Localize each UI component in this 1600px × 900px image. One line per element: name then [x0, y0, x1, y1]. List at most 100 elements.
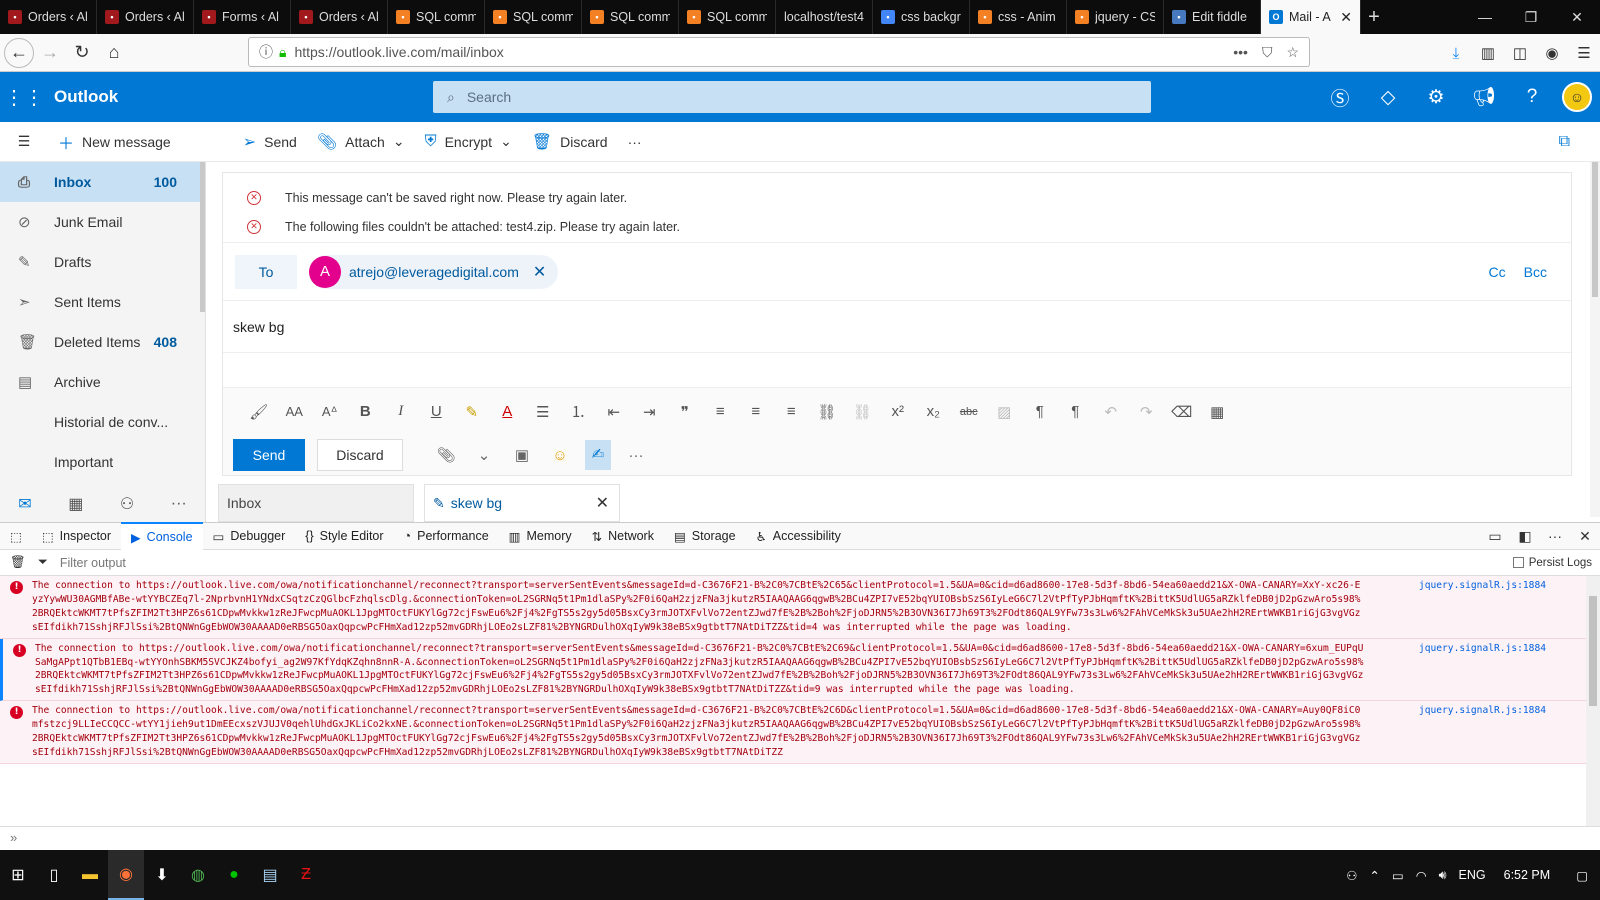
message-source-link[interactable]: jquery.signalR.js:1884 — [1419, 579, 1546, 593]
format-painter-icon[interactable]: 🖌︎ — [241, 403, 277, 421]
element-picker-icon[interactable]: ⬚ — [0, 522, 32, 550]
numbering-icon[interactable]: ⒈ — [561, 401, 597, 422]
cc-link[interactable]: Cc — [1489, 264, 1506, 280]
url-bar[interactable]: ⓘ 🔒︎ https://outlook.live.com/mail/inbox… — [248, 37, 1310, 67]
devtools-tab[interactable]: ♿︎ Accessibility — [746, 522, 851, 550]
console-scroll-thumb[interactable] — [1589, 596, 1597, 706]
browser-tab[interactable]: • css - Anim — [970, 0, 1067, 34]
attach-command[interactable]: 📎︎ Attach ⌄ — [307, 132, 415, 152]
browser-tab[interactable]: • Edit fiddle — [1164, 0, 1261, 34]
folder-item[interactable]: ✎ Drafts — [0, 242, 205, 282]
new-message-button[interactable]: ＋ New message — [48, 130, 181, 154]
reload-icon[interactable]: ↻ — [66, 37, 98, 69]
forward-icon[interactable]: → — [34, 37, 66, 69]
console-input[interactable]: » — [0, 826, 1600, 850]
people-icon[interactable]: ⚇ — [120, 494, 134, 514]
diamond-icon[interactable]: ◇ — [1364, 86, 1412, 109]
quote-icon[interactable]: ❞ — [667, 403, 703, 421]
library-icon[interactable]: ▥ — [1472, 38, 1504, 68]
bookmark-star-icon[interactable]: ☆ — [1286, 44, 1299, 61]
menu-icon[interactable]: ☰ — [1568, 38, 1600, 68]
windows-start-icon[interactable]: ⊞ — [0, 850, 36, 900]
trash-icon[interactable]: 🗑︎ — [10, 555, 26, 570]
minimize-icon[interactable]: — — [1462, 0, 1508, 34]
search-box[interactable]: ⌕ Search — [433, 81, 1151, 113]
rtl-icon[interactable]: ¶ — [1058, 403, 1094, 420]
console-error-message[interactable]: ! The connection to https://outlook.live.… — [0, 576, 1586, 639]
encrypt-command[interactable]: ⛨ Encrypt ⌄ — [415, 133, 522, 151]
devtools-tab[interactable]: ▤ Storage — [664, 522, 746, 550]
mail-icon[interactable]: ✉ — [18, 494, 31, 514]
emoji-icon[interactable]: ☺ — [547, 447, 573, 464]
clock[interactable]: 6:52 PM — [1504, 868, 1551, 882]
help-icon[interactable]: ? — [1508, 86, 1556, 108]
tray-chevron-icon[interactable]: ⌃ — [1369, 868, 1379, 883]
chrome-icon[interactable]: ◍ — [180, 850, 216, 900]
browser-tab[interactable]: localhost/test4 — [776, 0, 873, 34]
devtools-tab[interactable]: ◔ Performance — [394, 522, 499, 550]
discard-command[interactable]: 🗑︎ Discard — [522, 132, 618, 152]
main-scrollbar[interactable] — [1590, 162, 1600, 517]
remove-recipient-icon[interactable]: ✕ — [533, 262, 546, 282]
send-command[interactable]: ➢ Send — [233, 132, 307, 152]
devtools-tab[interactable]: ▭ Debugger — [203, 522, 296, 550]
insert-picture-icon[interactable]: ▣ — [509, 446, 535, 464]
devtools-tab[interactable]: {} Style Editor — [295, 522, 393, 550]
discard-button[interactable]: Discard — [317, 439, 403, 471]
folder-item[interactable]: Important — [0, 442, 205, 482]
send-button[interactable]: Send — [233, 439, 305, 471]
info-icon[interactable]: ⓘ — [259, 42, 273, 62]
task-view-icon[interactable]: ▯ — [36, 850, 72, 900]
devtools-tab[interactable]: ▥ Memory — [499, 522, 582, 550]
devtools-menu-icon[interactable]: ··· — [1540, 528, 1570, 545]
new-tab-button[interactable]: + — [1361, 0, 1387, 34]
message-source-link[interactable]: jquery.signalR.js:1884 — [1419, 642, 1546, 656]
downloads-icon[interactable]: ⤓ — [1440, 38, 1472, 68]
avatar[interactable]: ☺ — [1562, 82, 1592, 112]
folder-item[interactable]: ⎙ Inbox 100 — [0, 162, 205, 202]
persist-logs-checkbox[interactable]: Persist Logs — [1512, 557, 1592, 569]
font-size-icon[interactable]: AA — [277, 404, 313, 419]
more-commands-icon[interactable]: ··· — [618, 134, 652, 150]
message-source-link[interactable]: jquery.signalR.js:1884 — [1419, 704, 1546, 718]
attach-icon[interactable]: 📎︎ — [433, 446, 459, 464]
pocket-icon[interactable]: ⛉ — [1262, 44, 1273, 61]
bullets-icon[interactable]: ☰ — [525, 403, 561, 421]
devtools-tab[interactable]: ⇅ Network — [582, 522, 664, 550]
more-options-icon[interactable]: ··· — [623, 447, 649, 464]
app-launcher-icon[interactable]: ⋮⋮ — [0, 85, 48, 110]
firefox-icon[interactable]: ◉ — [108, 850, 144, 900]
chevron-down-icon[interactable]: ⌄ — [471, 446, 497, 464]
notifications-icon[interactable]: ▢ — [1576, 868, 1588, 883]
browser-tab[interactable]: • Orders ‹ Al — [0, 0, 97, 34]
highlight-icon[interactable]: ✎ — [454, 403, 490, 421]
close-window-icon[interactable]: ✕ — [1554, 0, 1600, 34]
browser-tab[interactable]: • Orders ‹ Al — [291, 0, 388, 34]
wifi-icon[interactable]: ◠ — [1416, 868, 1427, 883]
grow-font-icon[interactable]: Aᐞ — [312, 404, 348, 420]
folder-item[interactable]: ▤ Archive — [0, 362, 205, 402]
font-color-icon[interactable]: A — [490, 403, 526, 420]
recipient-chip[interactable]: A atrejo@leveragedigital.com ✕ — [309, 254, 559, 289]
browser-tab[interactable]: • css backgr — [873, 0, 970, 34]
sidebar-icon[interactable]: ◫ — [1504, 38, 1536, 68]
skype-icon[interactable]: Ⓢ — [1316, 84, 1364, 111]
app-icon[interactable]: ⬇ — [144, 850, 180, 900]
filezilla-icon[interactable]: Ƶ — [288, 850, 324, 900]
notepad-icon[interactable]: ▤ — [252, 850, 288, 900]
close-tab-icon[interactable]: ✕ — [1340, 9, 1352, 26]
inbox-tab[interactable]: Inbox — [218, 484, 414, 522]
editor-icon[interactable]: ✍︎ — [585, 440, 611, 470]
settings-gear-icon[interactable]: ⚙ — [1412, 86, 1460, 109]
scroll-thumb[interactable] — [1592, 162, 1598, 297]
calendar-icon[interactable]: ▦ — [68, 494, 83, 514]
bcc-link[interactable]: Bcc — [1524, 264, 1547, 280]
superscript-icon[interactable]: x² — [880, 403, 916, 420]
ltr-icon[interactable]: ¶ — [1022, 403, 1058, 420]
browser-tab[interactable]: • Forms ‹ Al — [194, 0, 291, 34]
draft-tab[interactable]: ✎ skew bg ✕ — [424, 484, 620, 522]
strikethrough-icon[interactable]: abc — [951, 406, 987, 418]
subject-field[interactable]: skew bg — [223, 301, 1571, 353]
folder-item[interactable]: 🗑︎ Deleted Items 408 — [0, 322, 205, 362]
bold-icon[interactable]: B — [348, 403, 384, 420]
